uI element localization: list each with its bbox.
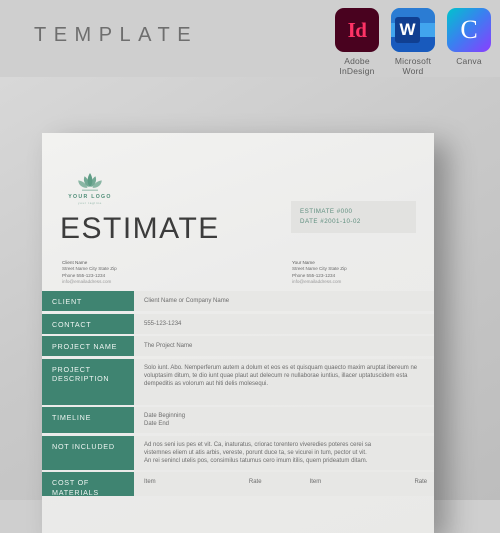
row-label-project-description: PROJECT DESCRIPTION — [42, 358, 134, 405]
sender-address-email: info@emailaddress.com — [292, 279, 342, 285]
sender-address-block: Your Name Street Name City State Zip Pho… — [292, 260, 347, 286]
cost-col-rate-1: Rate — [248, 479, 262, 485]
indesign-label-line2: InDesign — [339, 66, 375, 76]
client-address-line2: Street Name City State Zip — [62, 266, 117, 272]
word-glyph: W — [395, 17, 420, 43]
row-value-project-description[interactable]: Solo iunt. Abo. Nemperferum autem a dolu… — [134, 358, 434, 405]
table-row: NOT INCLUDED Ad nos seni ius pes et vit.… — [42, 435, 434, 470]
top-banner: TEMPLATE Id Adobe InDesign W Microsoft W… — [0, 0, 500, 77]
row-value-cost-of-materials: Item Rate Item Rate — [134, 472, 434, 496]
row-label-timeline: TIMELINE — [42, 407, 134, 433]
app-canva[interactable]: C Canva — [445, 8, 493, 66]
row-value-client[interactable]: Client Name or Company Name — [134, 291, 434, 311]
row-label-cost-of-materials: COST OF MATERIALS — [42, 472, 134, 497]
estimate-document-page[interactable]: YOUR LOGO your tagline ESTIMATE ESTIMATE… — [42, 133, 434, 533]
app-microsoft-word[interactable]: W Microsoft Word — [389, 8, 437, 76]
not-included-line3: An rei senincl utelis pos, consimilus ta… — [144, 458, 368, 465]
not-included-line1: Ad nos seni ius pes et vit. Ca, inaturat… — [144, 441, 372, 448]
row-label-project-description-line1: PROJECT — [52, 364, 91, 374]
row-label-project-name: PROJECT NAME — [42, 336, 134, 356]
row-value-timeline[interactable]: Date Beginning Date End — [134, 407, 434, 433]
table-row: PROJECT DESCRIPTION Solo iunt. Abo. Nemp… — [42, 358, 434, 405]
indesign-label-line1: Adobe — [344, 56, 370, 66]
timeline-start: Date Beginning — [144, 413, 186, 419]
table-row: CONTACT 555-123-1234 — [42, 313, 434, 334]
cost-col-rate-2: Rate — [414, 479, 428, 485]
logo-name: YOUR LOGO — [68, 194, 112, 200]
row-value-project-name[interactable]: The Project Name — [134, 336, 434, 356]
cost-column-headers: Item Rate Item Rate — [144, 478, 427, 486]
client-address-block: Client Name Street Name City State Zip P… — [62, 260, 117, 286]
logo-block: YOUR LOGO your tagline — [62, 171, 118, 205]
table-row: COST OF MATERIALS Item Rate Item Rate — [42, 472, 434, 497]
row-label-cost-line1: COST OF — [52, 478, 90, 487]
row-value-not-included[interactable]: Ad nos seni ius pes et vit. Ca, inaturat… — [134, 435, 434, 470]
estimate-date: DATE #2001-10-02 — [300, 217, 361, 225]
document-title: ESTIMATE — [60, 212, 220, 245]
not-included-line2: vistemnes eliem ut atis arbis, vereste, … — [144, 449, 367, 456]
cost-col-item-2: Item — [309, 479, 322, 485]
canva-glyph: C — [460, 15, 478, 44]
row-label-client: CLIENT — [42, 291, 134, 311]
cost-col-item-1: Item — [144, 479, 156, 485]
row-label-contact: CONTACT — [42, 313, 134, 334]
logo-tagline: your tagline — [78, 201, 102, 205]
row-label-not-included: NOT INCLUDED — [42, 435, 134, 470]
word-label-line1: Microsoft — [394, 56, 432, 66]
table-row: TIMELINE Date Beginning Date End — [42, 407, 434, 433]
table-row: CLIENT Client Name or Company Name — [42, 291, 434, 311]
canva-icon: C — [447, 8, 491, 52]
sender-address-line2: Street Name City State Zip — [292, 266, 347, 272]
lotus-logo-icon — [78, 173, 102, 191]
row-label-cost-line2: MATERIALS — [52, 487, 99, 497]
template-heading: TEMPLATE — [34, 24, 199, 46]
word-label-line2: Word — [402, 66, 424, 76]
client-address-email: info@emailaddress.com — [62, 279, 112, 285]
estimate-number: ESTIMATE #000 — [300, 208, 353, 215]
table-row: PROJECT NAME The Project Name — [42, 336, 434, 356]
timeline-end: Date End — [144, 421, 170, 428]
canva-label-line1: Canva — [456, 56, 482, 66]
word-icon: W — [391, 8, 435, 52]
compatible-apps-group: Id Adobe InDesign W Microsoft Word C Can… — [333, 8, 493, 76]
row-label-project-description-line2: DESCRIPTION — [52, 374, 110, 383]
estimate-meta-box: ESTIMATE #000 DATE #2001-10-02 — [291, 201, 416, 233]
estimate-detail-table: CLIENT Client Name or Company Name CONTA… — [42, 291, 434, 499]
row-value-contact[interactable]: 555-123-1234 — [134, 313, 434, 334]
indesign-icon: Id — [335, 8, 379, 52]
word-label: Microsoft Word — [395, 56, 431, 76]
canva-label: Canva — [456, 56, 482, 66]
app-adobe-indesign[interactable]: Id Adobe InDesign — [333, 8, 381, 76]
indesign-glyph: Id — [347, 17, 367, 42]
indesign-label: Adobe InDesign — [339, 56, 374, 76]
